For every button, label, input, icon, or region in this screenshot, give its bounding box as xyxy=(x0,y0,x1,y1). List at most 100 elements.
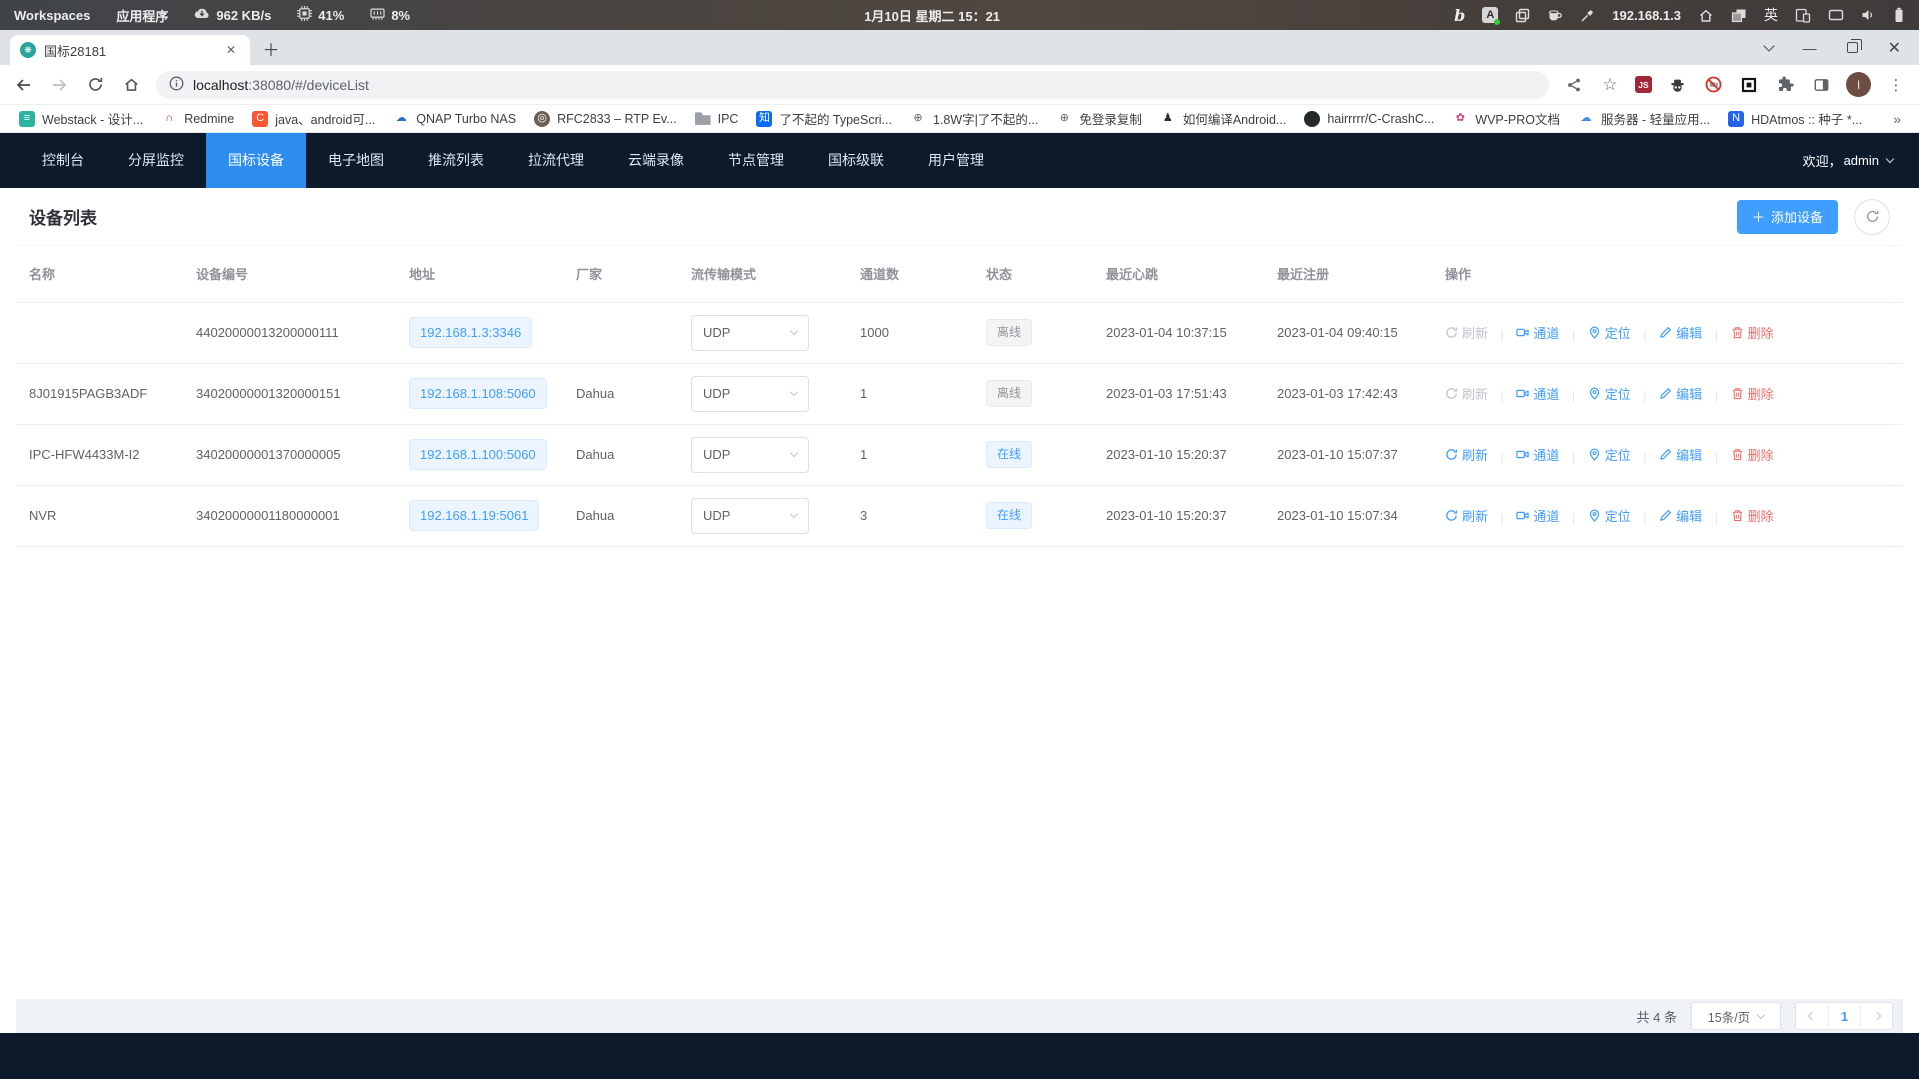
profile-avatar[interactable]: I xyxy=(1846,72,1871,97)
nav-item-pull-proxy[interactable]: 拉流代理 xyxy=(506,133,606,188)
phone-link-icon[interactable] xyxy=(1795,8,1811,23)
restore-button[interactable] xyxy=(1847,42,1858,53)
chevron-down-icon[interactable] xyxy=(1765,45,1773,50)
display-tray-icon[interactable] xyxy=(1828,8,1844,22)
action-channel[interactable]: 通道 xyxy=(1516,445,1559,464)
nav-item-gb-cascade[interactable]: 国标级联 xyxy=(806,133,906,188)
bookmark-item[interactable]: C java、android可... xyxy=(243,106,384,131)
action-refresh[interactable]: 刷新 xyxy=(1445,323,1488,342)
info-icon[interactable] xyxy=(169,76,184,94)
bookmark-item[interactable]: 知 了不起的 TypeScri... xyxy=(747,106,901,131)
nav-item-node-manage[interactable]: 节点管理 xyxy=(706,133,806,188)
bookmark-item[interactable]: hairrrrr/C-CrashC... xyxy=(1295,108,1443,130)
bookmark-item[interactable]: N HDAtmos :: 种子 *... xyxy=(1719,106,1871,131)
bookmark-item[interactable]: ☁ 服务器 - 轻量应用... xyxy=(1569,106,1719,131)
forward-icon[interactable] xyxy=(48,74,70,96)
nav-item-console[interactable]: 控制台 xyxy=(20,133,106,188)
nav-item-cloud-record[interactable]: 云端录像 xyxy=(606,133,706,188)
nav-item-user-manage[interactable]: 用户管理 xyxy=(906,133,1006,188)
nav-item-gb-device[interactable]: 国标设备 xyxy=(206,133,306,188)
action-locate[interactable]: 定位 xyxy=(1588,506,1631,525)
network-speed-indicator[interactable]: 962 KB/s xyxy=(194,7,271,24)
bookmark-item[interactable]: ◎ RFC2833 – RTP Ev... xyxy=(525,108,686,130)
url-bar[interactable]: localhost:38080/#/deviceList xyxy=(156,71,1549,99)
browser-menu-icon[interactable]: ⋮ xyxy=(1885,74,1907,96)
action-delete[interactable]: 删除 xyxy=(1731,323,1774,342)
stream-mode-select[interactable]: UDP xyxy=(691,376,809,412)
bookmark-item[interactable]: ≡ Webstack - 设计... xyxy=(10,106,152,131)
video-camera-icon xyxy=(1516,509,1529,522)
tab-close-icon[interactable]: ✕ xyxy=(222,41,240,59)
side-panel-icon[interactable] xyxy=(1810,74,1832,96)
camera-blocked-extension-icon[interactable] xyxy=(1702,74,1724,96)
translate-tray-icon[interactable]: A xyxy=(1482,7,1498,23)
current-page-number[interactable]: 1 xyxy=(1828,1003,1860,1029)
action-edit[interactable]: 编辑 xyxy=(1659,384,1702,403)
back-icon[interactable] xyxy=(12,74,34,96)
screenshot-extension-icon[interactable] xyxy=(1738,74,1760,96)
bookmark-item[interactable]: ⊕ 1.8W字|了不起的... xyxy=(901,106,1047,131)
browser-tab[interactable]: ❋ 国标28181 ✕ xyxy=(10,35,250,65)
action-delete[interactable]: 删除 xyxy=(1731,384,1774,403)
cpu-usage-indicator[interactable]: 41% xyxy=(297,6,344,24)
close-button[interactable]: ✕ xyxy=(1888,38,1901,58)
bookmark-item[interactable]: ☁ QNAP Turbo NAS xyxy=(384,108,525,130)
bookmark-item[interactable]: IPC xyxy=(686,108,748,130)
color-picker-icon[interactable] xyxy=(1580,8,1595,23)
actions-cell: 刷新 | 通道 | 定位 | 编辑 | 删除 xyxy=(1432,424,1903,485)
user-menu[interactable]: 欢迎，admin xyxy=(1803,151,1919,170)
bing-tray-icon[interactable]: b xyxy=(1454,6,1465,25)
stream-mode-select[interactable]: UDP xyxy=(691,437,809,473)
bookmark-item[interactable]: ✿ WVP-PRO文档 xyxy=(1443,106,1569,131)
ip-address-indicator[interactable]: 192.168.1.3 xyxy=(1612,8,1681,23)
action-refresh[interactable]: 刷新 xyxy=(1445,506,1488,525)
minimize-button[interactable]: — xyxy=(1803,40,1817,56)
nav-item-push-stream[interactable]: 推流列表 xyxy=(406,133,506,188)
action-locate[interactable]: 定位 xyxy=(1588,384,1631,403)
battery-icon[interactable] xyxy=(1893,7,1905,23)
incognito-extension-icon[interactable] xyxy=(1666,74,1688,96)
bookmark-item[interactable]: ⊕ 免登录复制 xyxy=(1047,106,1151,131)
nav-item-split-screen[interactable]: 分屏监控 xyxy=(106,133,206,188)
bookmark-item[interactable]: ♟ 如何编译Android... xyxy=(1151,106,1296,131)
input-method-indicator[interactable]: 英 xyxy=(1764,5,1778,25)
action-delete[interactable]: 删除 xyxy=(1731,506,1774,525)
action-edit[interactable]: 编辑 xyxy=(1659,506,1702,525)
extensions-puzzle-icon[interactable] xyxy=(1774,74,1796,96)
clipboard-icon[interactable] xyxy=(1515,8,1530,23)
volume-icon[interactable] xyxy=(1861,8,1876,22)
windows-overlap-icon[interactable] xyxy=(1731,8,1747,23)
page-size-select[interactable]: 15条/页 xyxy=(1691,1002,1781,1030)
applications-menu[interactable]: 应用程序 xyxy=(116,6,168,25)
refresh-list-button[interactable] xyxy=(1854,199,1890,235)
action-locate[interactable]: 定位 xyxy=(1588,445,1631,464)
next-page-button[interactable] xyxy=(1860,1003,1892,1029)
prev-page-button[interactable] xyxy=(1796,1003,1828,1029)
coffee-tray-icon[interactable] xyxy=(1547,8,1563,23)
workspaces-button[interactable]: Workspaces xyxy=(14,8,90,23)
action-channel[interactable]: 通道 xyxy=(1516,384,1559,403)
action-refresh[interactable]: 刷新 xyxy=(1445,384,1488,403)
home-icon[interactable] xyxy=(120,74,142,96)
bookmark-star-icon[interactable]: ☆ xyxy=(1599,74,1621,96)
bookmarks-overflow-icon[interactable]: » xyxy=(1885,111,1909,127)
home-tray-icon[interactable] xyxy=(1698,8,1714,23)
stream-mode-select[interactable]: UDP xyxy=(691,315,809,351)
js-extension-icon[interactable]: JS xyxy=(1635,76,1652,93)
action-locate[interactable]: 定位 xyxy=(1588,323,1631,342)
action-edit[interactable]: 编辑 xyxy=(1659,445,1702,464)
action-edit[interactable]: 编辑 xyxy=(1659,323,1702,342)
action-channel[interactable]: 通道 xyxy=(1516,323,1559,342)
action-refresh[interactable]: 刷新 xyxy=(1445,445,1488,464)
nav-item-e-map[interactable]: 电子地图 xyxy=(306,133,406,188)
share-icon[interactable] xyxy=(1563,74,1585,96)
clock[interactable]: 1月10日 星期二 15：21 xyxy=(864,6,1000,25)
reload-icon[interactable] xyxy=(84,74,106,96)
memory-usage-indicator[interactable]: 8% xyxy=(370,7,410,24)
stream-mode-select[interactable]: UDP xyxy=(691,498,809,534)
action-delete[interactable]: 删除 xyxy=(1731,445,1774,464)
add-device-button[interactable]: ＋ 添加设备 xyxy=(1737,200,1838,234)
bookmark-item[interactable]: ∩ Redmine xyxy=(152,108,243,130)
new-tab-button[interactable]: ＋ xyxy=(258,35,284,61)
action-channel[interactable]: 通道 xyxy=(1516,506,1559,525)
